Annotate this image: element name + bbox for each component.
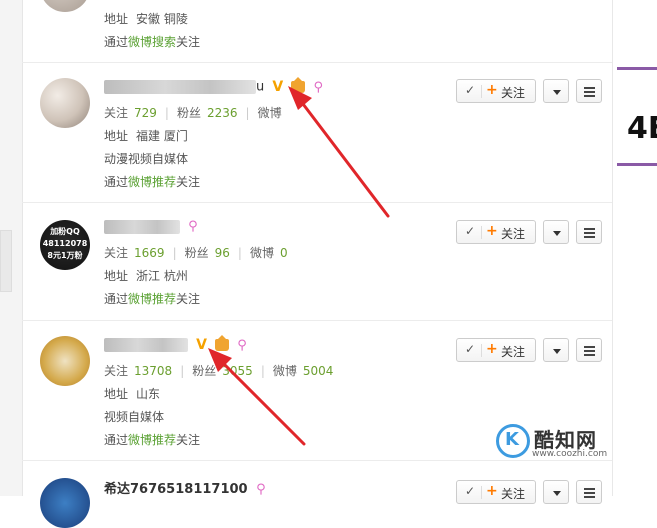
user-name[interactable]: 希达7676518117100 ⚲ bbox=[104, 478, 266, 497]
user-card: 地址 安徽 铜陵 通过微博搜索关注 bbox=[22, 0, 612, 63]
user-stats: 关注 1669 | 粉丝 96 | 微博 0 bbox=[104, 246, 288, 260]
blurred-name bbox=[104, 219, 180, 234]
user-location: 地址 安徽 铜陵 bbox=[104, 12, 188, 26]
dropdown-button[interactable] bbox=[543, 480, 569, 504]
fans-count[interactable]: 96 bbox=[215, 246, 230, 260]
plus-icon: + bbox=[486, 483, 498, 499]
follows-count[interactable]: 13708 bbox=[134, 364, 172, 378]
logo-icon: K bbox=[496, 424, 530, 458]
user-location: 地址 山东 bbox=[104, 387, 161, 401]
fans-count[interactable]: 2236 bbox=[207, 106, 238, 120]
verified-v-icon: V bbox=[272, 79, 284, 95]
avatar[interactable] bbox=[40, 78, 90, 128]
fans-count[interactable]: 3055 bbox=[222, 364, 253, 378]
plus-icon: + bbox=[486, 223, 498, 239]
plus-icon: + bbox=[486, 341, 498, 357]
follow-source-link[interactable]: 微博推荐 bbox=[128, 292, 176, 306]
sidebar-big-text: 4E bbox=[627, 111, 657, 146]
check-icon: ✓ bbox=[465, 224, 476, 238]
verified-v-icon: V bbox=[196, 337, 207, 353]
follow-button[interactable]: ✓ + 关注 bbox=[456, 79, 536, 103]
user-bio: 动漫视频自媒体 bbox=[104, 152, 189, 166]
plus-icon: + bbox=[486, 82, 498, 98]
user-card: u V ⚲ 关注 729 | 粉丝 2236 | 微博 地址 福建 厦门 动漫视频自媒体 通过… bbox=[22, 62, 612, 203]
left-page-edge bbox=[0, 0, 23, 496]
tag-icon: ⚲ bbox=[256, 482, 266, 497]
avatar[interactable] bbox=[40, 478, 90, 528]
tag-icon: ⚲ bbox=[237, 337, 247, 353]
avatar-text: 8元1万粉 bbox=[47, 251, 83, 260]
follow-button[interactable]: ✓ + 关注 bbox=[456, 338, 536, 362]
blurred-name bbox=[104, 338, 188, 352]
menu-button[interactable] bbox=[576, 79, 602, 103]
sidebar-accent-line bbox=[617, 67, 657, 70]
avatar-text: 48112078 bbox=[42, 239, 88, 248]
user-stats: 关注 729 | 粉丝 2236 | 微博 bbox=[104, 106, 282, 120]
avatar-text: 加粉QQ bbox=[50, 227, 80, 236]
watermark-url: www.coozhi.com bbox=[532, 449, 608, 459]
blurred-name bbox=[104, 80, 256, 94]
follow-button[interactable]: ✓ + 关注 bbox=[456, 480, 536, 504]
vip-crown-icon bbox=[291, 77, 306, 93]
menu-button[interactable] bbox=[576, 338, 602, 362]
user-bio: 视频自媒体 bbox=[104, 410, 165, 424]
menu-button[interactable] bbox=[576, 480, 602, 504]
watermark-logo: K 酷知网 www.coozhi.com bbox=[496, 422, 614, 462]
follows-count[interactable]: 1669 bbox=[134, 246, 165, 260]
weibo-count[interactable]: 0 bbox=[280, 246, 288, 260]
tag-icon: ⚲ bbox=[313, 79, 324, 95]
dropdown-button[interactable] bbox=[543, 220, 569, 244]
left-edge-tab bbox=[0, 230, 12, 292]
user-name[interactable]: u V ⚲ bbox=[104, 77, 324, 97]
follow-source-link[interactable]: 微博推荐 bbox=[128, 433, 176, 447]
follow-source: 通过微博推荐关注 bbox=[104, 433, 201, 447]
follow-source: 通过微博推荐关注 bbox=[104, 292, 201, 306]
right-sidebar: 4E bbox=[612, 0, 657, 496]
user-card: 加粉QQ 48112078 8元1万粉 ⚲ 关注 1669 | 粉丝 96 | 微博 0 地址… bbox=[22, 202, 612, 321]
follow-source-link[interactable]: 微博搜索 bbox=[128, 35, 176, 49]
avatar[interactable]: 加粉QQ 48112078 8元1万粉 bbox=[40, 220, 90, 270]
user-name[interactable]: V ⚲ bbox=[104, 335, 247, 355]
follows-count[interactable]: 729 bbox=[134, 106, 157, 120]
user-location: 地址 福建 厦门 bbox=[104, 129, 188, 143]
follow-source: 通过微博搜索关注 bbox=[104, 35, 201, 49]
avatar[interactable] bbox=[40, 0, 90, 12]
tag-icon: ⚲ bbox=[188, 219, 198, 234]
vip-crown-icon bbox=[215, 335, 230, 351]
follow-source-link[interactable]: 微博推荐 bbox=[128, 175, 176, 189]
follow-source: 通过微博推荐关注 bbox=[104, 175, 201, 189]
avatar[interactable] bbox=[40, 336, 90, 386]
weibo-count[interactable]: 5004 bbox=[303, 364, 334, 378]
dropdown-button[interactable] bbox=[543, 79, 569, 103]
user-name[interactable]: ⚲ bbox=[104, 219, 198, 237]
check-icon: ✓ bbox=[465, 83, 476, 97]
menu-button[interactable] bbox=[576, 220, 602, 244]
dropdown-button[interactable] bbox=[543, 338, 569, 362]
follow-button[interactable]: ✓ + 关注 bbox=[456, 220, 536, 244]
sidebar-accent-line bbox=[617, 163, 657, 166]
check-icon: ✓ bbox=[465, 342, 476, 356]
user-location: 地址 浙江 杭州 bbox=[104, 269, 188, 283]
user-card: 希达7676518117100 ⚲ ✓ + 关注 bbox=[22, 460, 612, 528]
user-stats: 关注 13708 | 粉丝 3055 | 微博 5004 bbox=[104, 364, 334, 378]
